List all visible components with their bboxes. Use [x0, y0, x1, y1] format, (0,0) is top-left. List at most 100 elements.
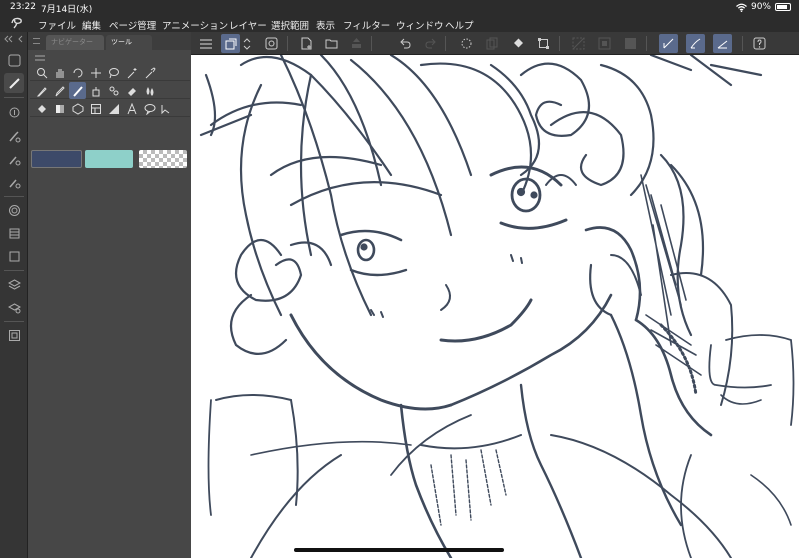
eraser-icon[interactable] — [123, 82, 140, 99]
tool-row — [30, 64, 190, 81]
help-button[interactable] — [750, 34, 769, 53]
open-file-button[interactable] — [322, 34, 341, 53]
blend-icon[interactable] — [141, 82, 158, 99]
sub-tool-icon — [8, 179, 20, 188]
figure-icon[interactable] — [69, 100, 86, 117]
magic-wand-icon[interactable] — [123, 64, 140, 81]
ruler-icon[interactable] — [105, 100, 122, 117]
app-logo-icon[interactable] — [10, 17, 24, 29]
panel-header: ナビゲーター ツール — [28, 32, 191, 50]
deselect-button[interactable] — [569, 34, 588, 53]
drawing-canvas[interactable] — [191, 55, 799, 558]
layers-icon — [7, 278, 21, 290]
sub-color-swatch[interactable] — [85, 150, 133, 168]
companion-icon — [265, 37, 278, 50]
rotate-icon[interactable] — [69, 64, 86, 81]
brush-icon[interactable] — [69, 82, 86, 99]
hamburger-icon — [199, 39, 212, 48]
menu-help[interactable]: ヘルプ — [445, 18, 474, 32]
clear-button[interactable] — [457, 34, 476, 53]
fill-button[interactable] — [509, 34, 528, 53]
menu-edit[interactable]: 編集 — [82, 18, 101, 32]
layer-panel-button[interactable] — [4, 274, 24, 294]
lasso-select-icon[interactable] — [105, 64, 122, 81]
redo-button[interactable] — [421, 34, 440, 53]
redo-icon — [425, 38, 436, 49]
quick-access-button[interactable] — [221, 34, 240, 53]
divider — [445, 36, 446, 51]
deselect-icon — [572, 37, 585, 50]
divider — [287, 36, 288, 51]
new-file-button[interactable] — [297, 34, 316, 53]
home-indicator — [294, 548, 504, 552]
panel-icon — [8, 54, 20, 66]
move-icon[interactable] — [87, 64, 104, 81]
menu-animation[interactable]: アニメーション — [162, 18, 228, 32]
copy-icon — [486, 37, 498, 50]
pen-icon[interactable] — [33, 82, 50, 99]
selection-mask-button[interactable] — [621, 34, 640, 53]
transparent-color-swatch[interactable] — [139, 150, 187, 168]
brush-icon — [8, 77, 20, 89]
tool-property-button[interactable] — [4, 102, 24, 122]
divider — [646, 36, 647, 51]
fill-bucket-icon — [514, 38, 523, 48]
material-button[interactable] — [4, 325, 24, 345]
main-color-swatch[interactable] — [31, 150, 82, 168]
chevron-updown-icon — [243, 37, 251, 50]
invert-selection-button[interactable] — [595, 34, 614, 53]
fill-icon[interactable] — [33, 100, 50, 117]
panel-toggle-button[interactable] — [4, 50, 24, 70]
menu-button[interactable] — [196, 34, 215, 53]
zoom-icon[interactable] — [33, 64, 50, 81]
color-set-button[interactable] — [4, 246, 24, 266]
menu-window[interactable]: ウィンドウ — [396, 18, 444, 32]
save-button[interactable] — [347, 34, 366, 53]
updown-button[interactable] — [241, 34, 253, 53]
menu-file[interactable]: ファイル — [38, 18, 76, 32]
color-wheel-button[interactable] — [4, 149, 24, 169]
tab-navigator[interactable]: ナビゲーター — [46, 35, 104, 50]
tool-panel: ナビゲーター ツール — [28, 32, 191, 558]
brush-size-button[interactable] — [4, 126, 24, 146]
copy-button[interactable] — [483, 34, 502, 53]
panel-menu-icon[interactable] — [33, 38, 40, 44]
balloon-icon[interactable] — [141, 100, 158, 117]
gradient-icon[interactable] — [51, 100, 68, 117]
snap-grid-button[interactable] — [713, 34, 732, 53]
menu-layer[interactable]: レイヤー — [229, 18, 267, 32]
tool-panel-button[interactable] — [4, 73, 24, 93]
color-circle-button[interactable] — [4, 200, 24, 220]
airbrush-icon[interactable] — [87, 82, 104, 99]
layer-property-button[interactable] — [4, 297, 24, 317]
divider — [4, 270, 24, 271]
snap-grid-icon — [717, 40, 728, 49]
correct-line-icon[interactable] — [157, 100, 174, 117]
sub-tool-button[interactable] — [4, 172, 24, 192]
undo-button[interactable] — [396, 34, 415, 53]
pencil-icon[interactable] — [51, 82, 68, 99]
eyedropper-icon[interactable] — [141, 64, 158, 81]
snap-special-ruler-button[interactable] — [686, 34, 705, 53]
menu-filter[interactable]: フィルター — [343, 18, 390, 32]
color-slider-button[interactable] — [4, 223, 24, 243]
wifi-icon — [736, 3, 747, 12]
clock: 23:22 — [10, 2, 36, 12]
menu-view[interactable]: 表示 — [316, 18, 335, 32]
tool-row — [30, 100, 190, 117]
decoration-icon[interactable] — [105, 82, 122, 99]
snap-ruler-button[interactable] — [659, 34, 678, 53]
menu-page[interactable]: ページ管理 — [109, 18, 156, 32]
hand-icon[interactable] — [51, 64, 68, 81]
frame-border-icon[interactable] — [87, 100, 104, 117]
menu-selection[interactable]: 選択範囲 — [271, 18, 309, 32]
color-set-icon — [8, 156, 20, 165]
tab-tool[interactable]: ツール — [106, 35, 152, 50]
sparkle-icon — [461, 38, 472, 49]
collapse-left-icon[interactable] — [3, 35, 25, 43]
companion-button[interactable] — [262, 34, 281, 53]
text-icon[interactable] — [123, 100, 140, 117]
transform-button[interactable] — [534, 34, 553, 53]
panel-settings-icon[interactable] — [34, 54, 46, 62]
selection-mask-icon — [625, 38, 636, 49]
